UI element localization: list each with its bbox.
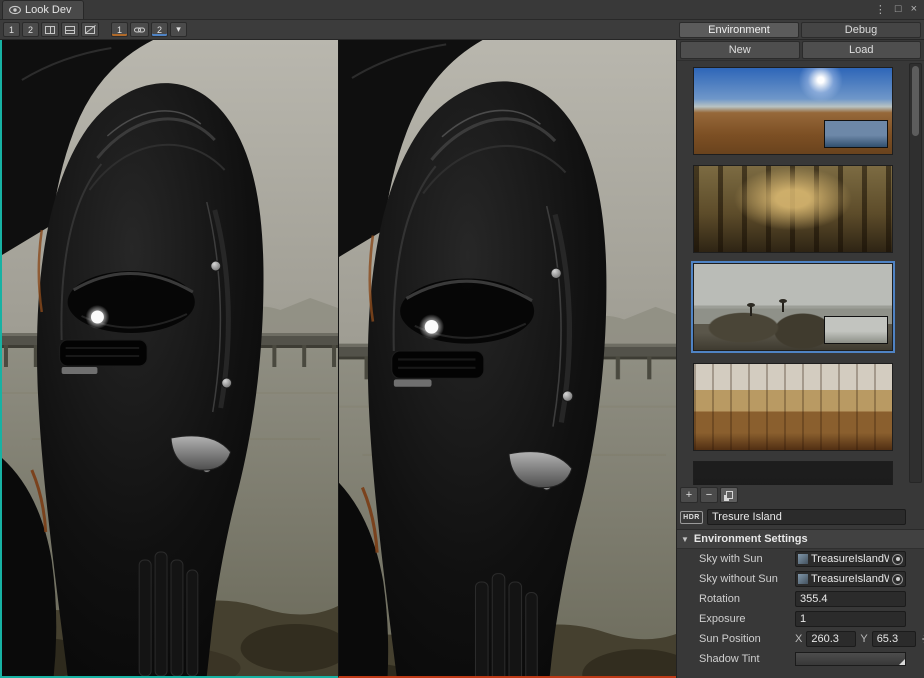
split-screen-mode-button[interactable] (61, 22, 79, 37)
color-picker-corner-icon (899, 659, 905, 665)
texture-thumb-icon (798, 554, 808, 564)
settings-header-label: Environment Settings (694, 533, 808, 545)
shadow-tint-label: Shadow Tint (699, 653, 791, 665)
toolbar-row: 1 2 1 2 ▾ Environment Debug (0, 20, 924, 40)
single-view-1-button[interactable]: 1 (3, 22, 20, 37)
compare-view-2-button[interactable]: 2 (151, 22, 168, 37)
viewport-2[interactable] (338, 40, 676, 678)
render-view-1 (2, 40, 338, 676)
object-picker-icon[interactable] (892, 554, 903, 565)
sun-position-label: Sun Position (699, 633, 791, 645)
sky-without-sun-label: Sky without Sun (699, 573, 791, 585)
environment-actions: New Load (677, 40, 924, 61)
scrollbar-thumb[interactable] (912, 66, 919, 136)
inset-picture (824, 120, 888, 148)
remove-environment-button[interactable]: − (700, 487, 718, 503)
hdr-name-row: HDR (677, 505, 924, 529)
environment-thumbnail-treasure-island[interactable] (693, 263, 893, 351)
environment-list (677, 61, 924, 485)
sidebar-tabs: Environment Debug (676, 20, 924, 39)
pick-sun-position-button[interactable] (920, 631, 924, 647)
side-by-side-mode-button[interactable] (41, 22, 59, 37)
zone-mode-button[interactable] (81, 22, 99, 37)
exposure-label: Exposure (699, 613, 791, 625)
zone-split-icon (85, 26, 95, 34)
sun-position-x-input[interactable] (806, 631, 856, 647)
sky-with-sun-value: TreasureIslandWh (811, 553, 889, 565)
link-icon (134, 26, 145, 34)
view-options-dropdown[interactable]: ▾ (170, 22, 187, 37)
object-picker-icon[interactable] (892, 574, 903, 585)
texture-thumb-icon (798, 574, 808, 584)
render-view-2 (339, 40, 676, 676)
lookdev-window: Look Dev ⋮ □ × 1 2 1 2 ▾ (0, 0, 924, 678)
single-view-2-button[interactable]: 2 (22, 22, 39, 37)
environment-thumbnail-forest[interactable] (693, 165, 893, 253)
environment-thumbnail-sunny-desert[interactable] (693, 67, 893, 155)
duplicate-environment-button[interactable] (720, 487, 738, 503)
sky-with-sun-field[interactable]: TreasureIslandWh (795, 551, 906, 567)
side-by-side-icon (45, 26, 55, 34)
shadow-tint-row: Shadow Tint (677, 649, 924, 669)
viewport-1[interactable] (0, 40, 338, 678)
window-menu-icon[interactable]: ⋮ (875, 3, 886, 16)
environment-thumbnail-church-interior[interactable] (693, 363, 893, 451)
environment-panel: New Load + (676, 40, 924, 678)
close-icon[interactable]: × (911, 3, 917, 15)
exposure-input[interactable] (795, 611, 906, 627)
window-controls: ⋮ □ × (868, 0, 924, 19)
environment-thumbnail-dark[interactable] (693, 461, 893, 485)
lookdev-toolbar: 1 2 1 2 ▾ (0, 20, 676, 39)
maximize-icon[interactable]: □ (895, 3, 902, 15)
sun-position-y-input[interactable] (872, 631, 916, 647)
load-environment-button[interactable]: Load (802, 41, 922, 59)
rotation-input[interactable] (795, 591, 906, 607)
split-screen-icon (65, 26, 75, 34)
foldout-arrow-icon[interactable]: ▼ (681, 535, 689, 544)
rotation-row: Rotation (677, 589, 924, 609)
compare-view-1-button[interactable]: 1 (111, 22, 128, 37)
exposure-row: Exposure (677, 609, 924, 629)
palm-tree (750, 306, 752, 316)
hdr-badge: HDR (680, 511, 703, 524)
duplicate-icon (726, 491, 733, 499)
lookdev-tab[interactable]: Look Dev (2, 0, 84, 19)
y-axis-label: Y (860, 633, 867, 645)
environment-name-input[interactable] (707, 509, 906, 525)
title-bar: Look Dev ⋮ □ × (0, 0, 924, 20)
add-environment-button[interactable]: + (680, 487, 698, 503)
tab-environment[interactable]: Environment (679, 22, 799, 38)
shadow-tint-color-field[interactable] (795, 652, 906, 666)
sun-position-row: Sun Position X Y (677, 629, 924, 649)
lookdev-viewports (0, 40, 676, 678)
rotation-label: Rotation (699, 593, 791, 605)
window-title: Look Dev (25, 4, 71, 16)
sky-without-sun-field[interactable]: TreasureIslandWh (795, 571, 906, 587)
new-environment-button[interactable]: New (680, 41, 800, 59)
environment-settings-header[interactable]: ▼ Environment Settings (677, 529, 924, 549)
x-axis-label: X (795, 633, 802, 645)
palm-tree (782, 302, 784, 312)
inset-picture (824, 316, 888, 344)
link-views-button[interactable] (130, 22, 149, 37)
tab-debug[interactable]: Debug (801, 22, 921, 38)
sky-without-sun-row: Sky without Sun TreasureIslandWh (677, 569, 924, 589)
sky-with-sun-row: Sky with Sun TreasureIslandWh (677, 549, 924, 569)
sky-with-sun-label: Sky with Sun (699, 553, 791, 565)
eye-icon (9, 5, 21, 15)
environment-list-scrollbar[interactable] (909, 63, 922, 483)
sky-without-sun-value: TreasureIslandWh (811, 573, 889, 585)
environment-list-toolbar: + − (677, 485, 924, 505)
